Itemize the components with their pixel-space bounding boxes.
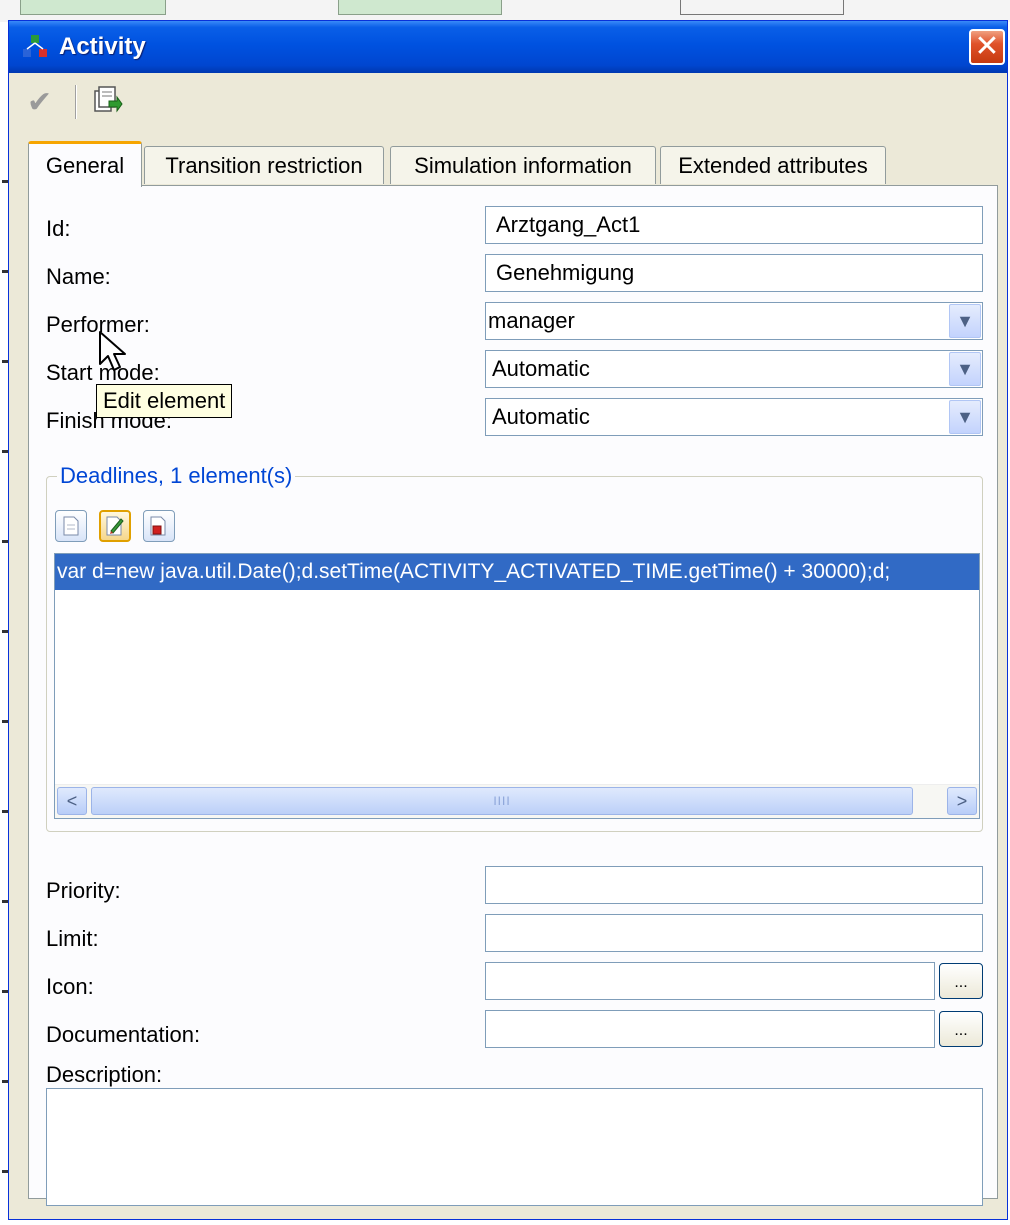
id-value: Arztgang_Act1 — [496, 212, 641, 237]
description-label: Description: — [46, 1062, 163, 1087]
tab-label: Simulation information — [414, 152, 632, 178]
limit-label: Limit: — [46, 926, 99, 951]
name-label: Name: — [46, 264, 111, 289]
browse-label: ... — [954, 974, 968, 991]
check-icon[interactable]: ✔ — [27, 85, 52, 120]
close-icon: ✕ — [974, 30, 1000, 63]
icon-field[interactable] — [485, 962, 935, 1000]
new-element-button[interactable] — [55, 510, 87, 542]
finish-mode-value: Automatic — [492, 404, 590, 429]
tab-label: Transition restriction — [165, 152, 363, 178]
finish-mode-select[interactable]: Automatic ▼ — [485, 398, 983, 436]
deadlines-list[interactable]: var d=new java.util.Date();d.setTime(ACT… — [54, 553, 980, 819]
edit-element-tooltip: Edit element — [96, 384, 233, 418]
documentation-label: Documentation: — [46, 1022, 201, 1047]
general-panel: Id: Arztgang_Act1 Name: Genehmigung Perf… — [28, 185, 998, 1206]
window-title: Activity — [59, 33, 146, 60]
documentation-field[interactable] — [485, 1010, 935, 1048]
icon-label: Icon: — [46, 974, 94, 999]
tab-label: General — [45, 152, 125, 178]
description-textarea[interactable] — [46, 1088, 983, 1206]
scroll-grip-icon: IIII — [493, 794, 511, 808]
documentation-browse-button[interactable]: ... — [939, 1011, 983, 1047]
id-label: Id: — [46, 216, 71, 241]
id-field[interactable]: Arztgang_Act1 — [485, 206, 983, 244]
performer-value: manager — [488, 308, 575, 333]
activity-icon — [23, 35, 47, 57]
chevron-down-icon[interactable]: ▼ — [949, 304, 981, 338]
export-icon[interactable] — [91, 85, 123, 117]
deadlines-group: Deadlines, 1 element(s) var d=new java.u… — [46, 463, 983, 832]
delete-element-button[interactable] — [143, 510, 175, 542]
deadlines-title: Deadlines, 1 element(s) — [57, 463, 296, 489]
edit-element-button[interactable] — [99, 510, 131, 542]
browse-label: ... — [954, 1022, 968, 1039]
tab-simulation-information[interactable]: Simulation information — [390, 146, 656, 184]
activity-dialog: Activity ✕ ✔ General Transition restrict… — [8, 20, 1008, 1220]
tab-extended-attributes[interactable]: Extended attributes — [660, 146, 886, 184]
chevron-down-icon[interactable]: ▼ — [949, 400, 981, 434]
start-mode-select[interactable]: Automatic ▼ — [485, 350, 983, 388]
list-item[interactable]: var d=new java.util.Date();d.setTime(ACT… — [55, 554, 979, 590]
scroll-left-button[interactable]: < — [57, 787, 87, 815]
new-document-icon — [63, 516, 79, 536]
close-button[interactable]: ✕ — [969, 29, 1005, 65]
mouse-pointer-icon — [99, 331, 126, 371]
background-tab — [680, 0, 844, 15]
start-mode-value: Automatic — [492, 356, 590, 381]
tab-general[interactable]: General — [28, 141, 142, 187]
delete-document-icon — [150, 516, 166, 536]
priority-label: Priority: — [46, 878, 121, 903]
toolbar-separator — [75, 85, 77, 119]
scroll-thumb[interactable]: IIII — [91, 787, 913, 815]
limit-field[interactable] — [485, 914, 983, 952]
scroll-right-button[interactable]: > — [947, 787, 977, 815]
name-value: Genehmigung — [496, 260, 635, 285]
edit-document-icon — [106, 516, 124, 536]
background-tab — [338, 0, 502, 15]
name-field[interactable]: Genehmigung — [485, 254, 983, 292]
toolbar: ✔ — [9, 73, 1007, 129]
background-tab — [20, 0, 166, 15]
tab-transition-restriction[interactable]: Transition restriction — [144, 146, 384, 184]
chevron-down-icon[interactable]: ▼ — [949, 352, 981, 386]
tooltip-text: Edit element — [103, 388, 226, 413]
tab-label: Extended attributes — [678, 152, 868, 178]
priority-field[interactable] — [485, 866, 983, 904]
title-bar[interactable]: Activity ✕ — [9, 21, 1007, 73]
horizontal-scrollbar[interactable]: < IIII > — [55, 784, 979, 818]
performer-select[interactable]: manager ▼ — [485, 302, 983, 340]
icon-browse-button[interactable]: ... — [939, 963, 983, 999]
